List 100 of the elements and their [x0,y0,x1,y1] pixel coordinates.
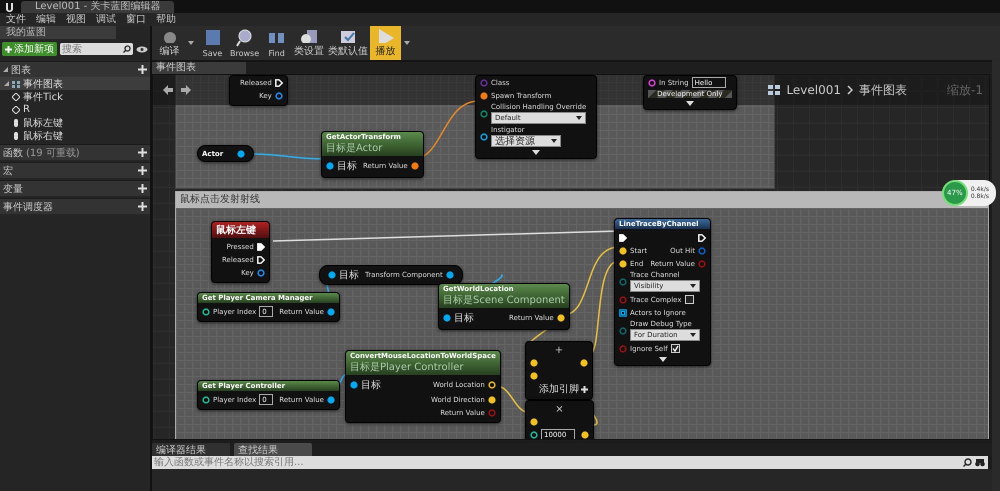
plus-icon[interactable] [138,202,147,211]
pin-label: 目标 [337,160,357,173]
search-input[interactable]: 搜索 [62,43,123,55]
tree-item[interactable]: R [0,103,150,116]
checkbox[interactable] [684,295,694,304]
data-pin-icon[interactable] [530,430,538,438]
data-pin-icon[interactable] [326,308,335,316]
binoculars-icon[interactable] [975,458,985,467]
section-header[interactable]: 宏 [0,162,150,178]
tree-item[interactable]: 事件图表 [0,77,150,90]
caret-icon [690,333,696,337]
section-label: 事件调度器 [3,200,53,214]
node-title: 鼠标左键 [216,224,257,237]
add-new-button[interactable]: 添加新项 [2,42,57,56]
toolbar-button[interactable]: Browse [228,26,262,60]
graph-icon [12,80,20,88]
data-pin-icon[interactable] [256,268,265,276]
section-label: 函数 [3,146,23,160]
tree-item[interactable]: 事件Tick [0,90,150,103]
data-pin-icon[interactable] [350,381,358,389]
plus-icon[interactable] [138,184,147,193]
panel-tab[interactable]: 我的蓝图 [0,26,116,39]
menu-item[interactable]: 窗口 [126,13,146,26]
data-pin-icon[interactable] [446,271,454,279]
data-pin-icon[interactable] [328,271,336,279]
tree-item-label: 鼠标右键 [23,130,63,142]
breadcrumb-item[interactable]: 事件图表 [859,82,908,98]
add-pin-button[interactable]: 添加引脚 [535,382,592,396]
data-pin-icon[interactable] [480,92,488,100]
menu-item[interactable]: 文件 [6,13,26,26]
section-header[interactable]: 事件调度器 [0,198,150,214]
exec-pin-icon[interactable] [256,256,265,264]
tree-item[interactable]: 鼠标左键 [0,116,150,129]
checkbox[interactable] [670,344,680,353]
toolbar-button[interactable]: 类默认值 [326,26,370,60]
graph-icon [768,84,780,96]
section-header[interactable]: 函数 (19 可重载) [0,144,150,160]
graph-tab[interactable]: 事件图表 [152,62,246,74]
caret-icon [188,41,194,45]
array-pin-icon[interactable] [619,308,627,316]
exec-pin-icon[interactable] [619,234,627,242]
data-pin-icon[interactable] [480,110,488,118]
section-label: 变量 [3,182,23,196]
search-bar[interactable]: 搜索 [60,43,133,55]
data-pin-icon[interactable] [202,308,210,316]
caret-icon [551,139,557,143]
data-pin-icon[interactable] [410,162,419,170]
pin-label: 目标 [454,312,474,325]
expand-arrow-icon[interactable] [532,150,540,155]
search-icon[interactable] [963,458,972,467]
data-pin-icon[interactable] [480,132,488,140]
dropdown[interactable]: 选择资源 [491,135,561,147]
menu-item[interactable]: 视图 [66,13,86,26]
chevron-right-icon [847,85,854,95]
expand-arrow-icon[interactable] [686,101,694,106]
toolbar-button[interactable]: 编译 [154,26,185,60]
data-pin-icon[interactable] [202,396,210,404]
scrollbar[interactable] [992,59,1000,491]
graph-canvas[interactable] [152,74,990,440]
pin-label: 目标 [361,378,381,392]
plus-icon [581,386,588,392]
data-pin-icon[interactable] [326,162,334,170]
data-pin-icon[interactable] [648,78,656,86]
data-pin-icon[interactable] [443,314,451,322]
section-header[interactable]: 变量 [0,180,150,196]
toolbar-button[interactable]: Find [261,26,292,60]
pin-label: 目标 [339,268,359,282]
plus-icon[interactable] [138,65,147,74]
exec-pin-icon[interactable] [256,242,265,250]
node-subtitle: 目标是Scene Component [443,294,565,307]
eye-icon[interactable] [136,46,148,52]
section-header[interactable]: 图表 [0,61,150,77]
plus-icon[interactable] [138,148,147,157]
menu-item[interactable]: 编辑 [36,13,56,26]
tree-item-label: 鼠标左键 [23,116,63,130]
data-pin-icon[interactable] [274,92,283,100]
left-arrow-icon [163,85,173,95]
panel-tab[interactable]: 编译器结果 [152,443,230,456]
node-subtitle: 目标是Player Controller [350,360,464,374]
plus-icon [5,46,12,52]
exec-pin-icon[interactable] [698,234,706,242]
expand-arrow-icon[interactable] [658,357,666,362]
toolbar-button[interactable]: 类设置 [292,26,326,60]
breadcrumb-item[interactable]: Level001 [786,83,842,97]
menu-item[interactable]: 调试 [96,13,116,26]
plus-icon[interactable] [138,166,147,175]
tree-item[interactable]: 鼠标右键 [0,129,150,142]
data-pin-icon[interactable] [237,150,246,158]
menu-item[interactable]: 帮助 [156,13,176,26]
caret-icon [404,41,410,45]
data-pin-icon[interactable] [326,396,335,404]
math-node[interactable]: + 添加引脚 [525,341,593,400]
toolbar-button[interactable]: Save [197,26,228,60]
toolbar-button[interactable]: 播放 [370,26,402,60]
caret-icon [576,116,582,120]
exec-pin-icon[interactable] [274,78,283,86]
operator-symbol: × [555,404,564,415]
key-icon [12,106,20,114]
search-icon [123,45,131,53]
panel-tab[interactable]: 查找结果 [234,443,312,456]
